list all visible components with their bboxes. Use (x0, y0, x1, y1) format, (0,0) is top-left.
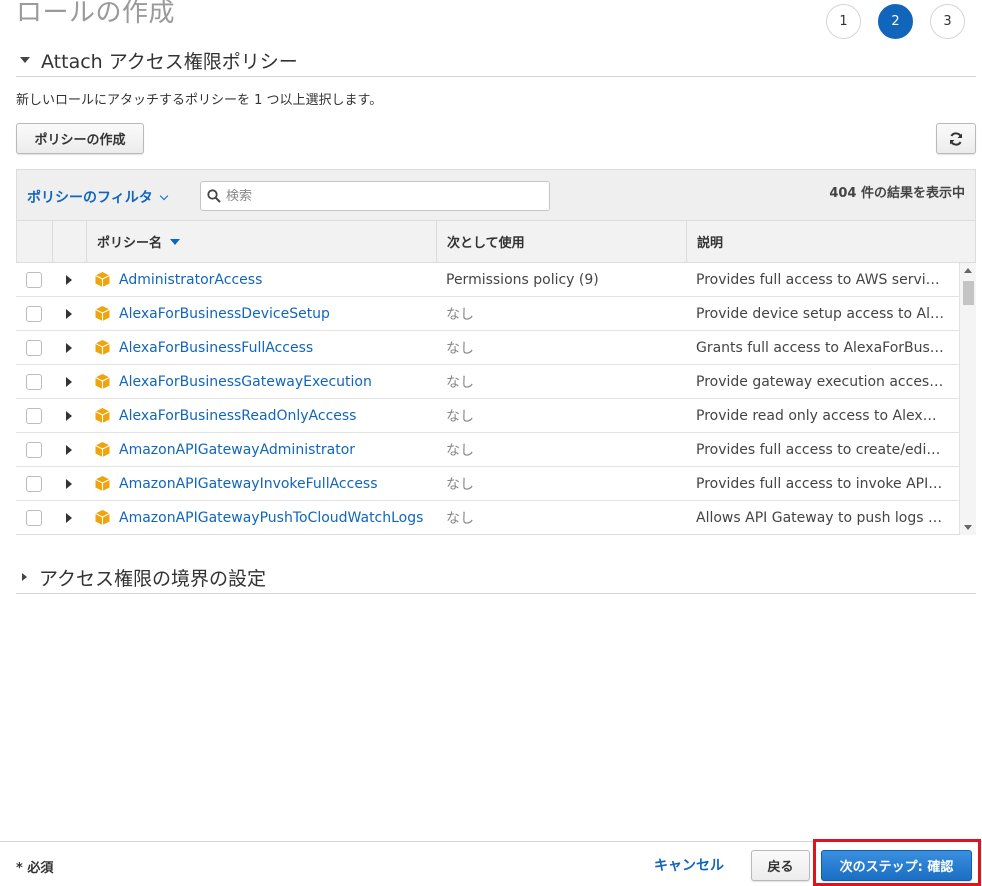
policy-filter-label: ポリシーのフィルタ (27, 190, 153, 206)
header-used-as-label: 次として使用 (447, 236, 525, 251)
policy-cube-icon (95, 340, 110, 355)
expand-row-icon[interactable] (66, 376, 72, 387)
row-checkbox[interactable] (26, 509, 42, 526)
page-title: ロールの作成 (16, 0, 176, 28)
expand-row-icon[interactable] (66, 274, 72, 285)
result-count: 404 件の結果を表示中 (829, 186, 965, 201)
scroll-up-arrow-icon[interactable] (964, 268, 972, 273)
header-description-label: 説明 (697, 236, 724, 251)
row-checkbox[interactable] (26, 373, 42, 390)
expand-row-icon[interactable] (66, 308, 72, 319)
row-checkbox[interactable] (26, 305, 42, 322)
header-policy-name-label: ポリシー名 (97, 236, 163, 251)
expand-row-icon[interactable] (66, 478, 72, 489)
refresh-button[interactable] (936, 123, 976, 154)
table-row[interactable]: AlexaForBusinessDeviceSetup なし Provide d… (16, 297, 976, 331)
search-input[interactable] (226, 188, 526, 204)
expand-row-icon[interactable] (66, 410, 72, 421)
policy-used-as: なし (446, 510, 474, 527)
header-policy-name[interactable]: ポリシー名 (87, 221, 437, 262)
policy-cube-icon (95, 510, 110, 525)
policy-description: Allows API Gateway to push logs to user'… (696, 509, 951, 526)
policy-filter-dropdown[interactable]: ポリシーのフィルタ (27, 187, 168, 207)
table-row[interactable]: AdministratorAccess Permissions policy (… (16, 263, 976, 297)
policy-name-link[interactable]: AdministratorAccess (119, 272, 262, 288)
row-checkbox[interactable] (26, 339, 42, 356)
policy-used-as: なし (446, 408, 474, 425)
policy-used-as: なし (446, 374, 474, 391)
refresh-icon (950, 131, 962, 146)
scrollbar-thumb[interactable] (963, 281, 974, 305)
policy-cube-icon (95, 442, 110, 457)
table-scrollbar[interactable] (959, 263, 976, 535)
attach-description: 新しいロールにアタッチするポリシーを 1 つ以上選択します。 (16, 93, 383, 108)
expand-row-icon[interactable] (66, 512, 72, 523)
policy-used-as: なし (446, 476, 474, 493)
policy-description: Grants full access to AlexaForBusiness r… (696, 339, 951, 356)
boundary-section-title: アクセス権限の境界の設定 (39, 567, 267, 590)
row-checkbox[interactable] (26, 475, 42, 492)
policy-cube-icon (95, 306, 110, 321)
table-header: ポリシー名 次として使用 説明 (16, 220, 976, 263)
policy-cube-icon (95, 476, 110, 491)
header-description[interactable]: 説明 (687, 221, 975, 262)
policy-description: Provide gateway execution access to Alex… (696, 373, 951, 390)
chevron-down-icon (159, 191, 168, 200)
policy-description: Provide device setup access to AlexaForB… (696, 305, 951, 322)
table-row[interactable]: AlexaForBusinessFullAccess なし Grants ful… (16, 331, 976, 365)
cancel-link[interactable]: キャンセル (654, 855, 724, 875)
policy-name-link[interactable]: AmazonAPIGatewayAdministrator (119, 442, 355, 458)
step-2[interactable]: 2 (878, 4, 913, 39)
collapse-caret-icon (20, 57, 30, 63)
row-checkbox[interactable] (26, 407, 42, 424)
expand-row-icon[interactable] (66, 342, 72, 353)
policy-cube-icon (95, 272, 110, 287)
policy-name-link[interactable]: AlexaForBusinessFullAccess (119, 340, 313, 356)
step-1[interactable]: 1 (826, 4, 861, 39)
permissions-boundary-section-header[interactable]: アクセス権限の境界の設定 (16, 561, 976, 594)
table-row[interactable]: AlexaForBusinessGatewayExecution なし Prov… (16, 365, 976, 399)
step-3[interactable]: 3 (930, 4, 965, 39)
policy-cube-icon (95, 408, 110, 423)
attach-section-title: Attach アクセス権限ポリシー (41, 50, 298, 73)
attach-policies-section-header[interactable]: Attach アクセス権限ポリシー (16, 44, 976, 77)
back-button[interactable]: 戻る (751, 850, 810, 881)
table-row[interactable]: AlexaForBusinessReadOnlyAccess なし Provid… (16, 399, 976, 433)
header-used-as[interactable]: 次として使用 (437, 221, 687, 262)
sort-descending-icon (170, 238, 181, 245)
scroll-down-arrow-icon[interactable] (964, 525, 972, 530)
policy-used-as: なし (446, 442, 474, 459)
table-row[interactable]: AmazonAPIGatewayInvokeFullAccess なし Prov… (16, 467, 976, 501)
row-checkbox[interactable] (26, 271, 42, 288)
highlight-box (813, 839, 981, 886)
row-checkbox[interactable] (26, 441, 42, 458)
search-icon (207, 189, 221, 203)
policy-name-link[interactable]: AmazonAPIGatewayPushToCloudWatchLogs (119, 510, 423, 526)
policy-description: Provides full access to AWS services and… (696, 271, 951, 288)
policy-cube-icon (95, 374, 110, 389)
policy-table-body: AdministratorAccess Permissions policy (… (16, 263, 976, 535)
policy-used-as: Permissions policy (9) (446, 271, 599, 288)
expand-caret-icon (22, 573, 27, 581)
policy-name-link[interactable]: AlexaForBusinessReadOnlyAccess (119, 408, 356, 424)
table-row[interactable]: AmazonAPIGatewayPushToCloudWatchLogs なし … (16, 501, 976, 534)
policy-name-link[interactable]: AmazonAPIGatewayInvokeFullAccess (119, 476, 378, 492)
policy-description: Provides full access to invoke APIs in A… (696, 475, 951, 492)
filter-bar: ポリシーのフィルタ 404 件の結果を表示中 (16, 169, 976, 221)
step-indicator: 1 2 3 (826, 4, 965, 39)
policy-used-as: なし (446, 306, 474, 323)
search-box[interactable] (200, 181, 550, 211)
header-select-col (17, 221, 53, 262)
policy-name-link[interactable]: AlexaForBusinessGatewayExecution (119, 374, 372, 390)
policy-used-as: なし (446, 340, 474, 357)
expand-row-icon[interactable] (66, 444, 72, 455)
policy-description: Provides full access to create/edit/dele… (696, 441, 951, 458)
create-policy-button[interactable]: ポリシーの作成 (16, 123, 144, 154)
header-expand-col (53, 221, 87, 262)
required-note: * 必須 (16, 861, 54, 876)
table-row[interactable]: AmazonAPIGatewayAdministrator なし Provide… (16, 433, 976, 467)
policy-description: Provide read only access to AlexaForBusi… (696, 407, 951, 424)
policy-name-link[interactable]: AlexaForBusinessDeviceSetup (119, 306, 330, 322)
